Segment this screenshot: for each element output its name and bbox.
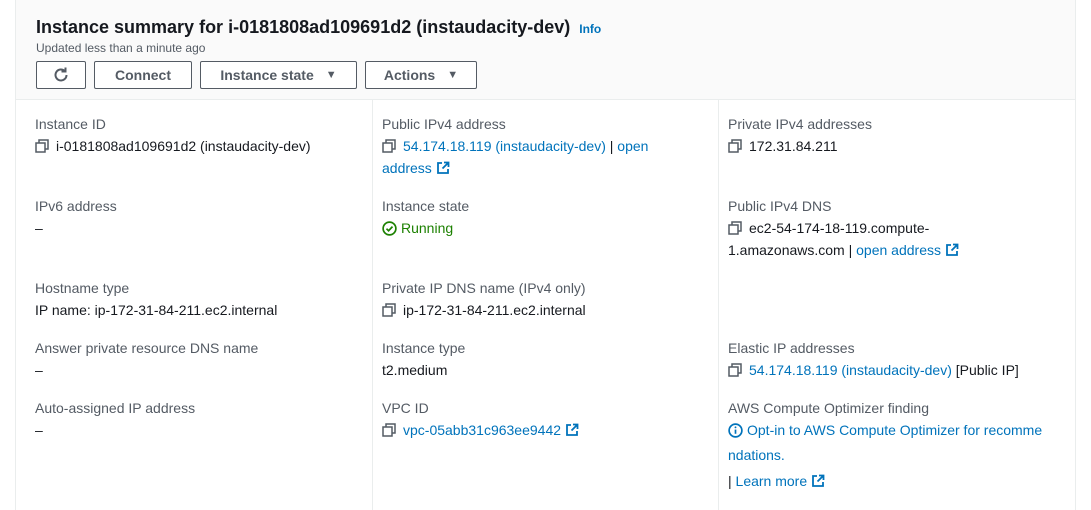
field-private-ipv4: Private IPv4 addresses 172.31.84.211	[728, 114, 872, 157]
field-label: Hostname type	[35, 280, 130, 296]
field-vpc: VPC ID vpc-05abb31c963ee9442	[382, 398, 579, 443]
field-private-dns: Private IP DNS name (IPv4 only) ip-172-3…	[382, 278, 586, 321]
external-link-icon[interactable]	[436, 159, 450, 181]
instance-state-value: Running	[401, 220, 454, 236]
field-label: AWS Compute Optimizer finding	[728, 400, 929, 416]
field-label: Instance ID	[35, 116, 106, 132]
field-instance-state: Instance state Running	[382, 196, 469, 242]
field-value: 54.174.18.119 (instaudacity-dev) [Public…	[728, 359, 1068, 381]
check-circle-icon	[382, 220, 397, 242]
instance-id-value: i-0181808ad109691d2 (instaudacity-dev)	[56, 138, 311, 154]
field-value: 172.31.84.211	[728, 135, 872, 157]
field-value-continued: 1.amazonaws.com | open address	[728, 239, 1068, 263]
field-label: VPC ID	[382, 400, 429, 416]
column-divider	[372, 100, 373, 510]
field-label: Instance type	[382, 340, 466, 356]
opt-in-link[interactable]: ndations.	[728, 447, 785, 463]
caret-down-icon: ▼	[447, 69, 459, 81]
field-value: i-0181808ad109691d2 (instaudacity-dev)	[35, 135, 311, 157]
field-public-ipv4: Public IPv4 address 54.174.18.119 (insta…	[382, 114, 702, 181]
field-label: Private IP DNS name (IPv4 only)	[382, 280, 586, 296]
copy-icon[interactable]	[728, 221, 742, 235]
field-value-continued: ndations.	[728, 444, 1073, 466]
auto-ip-value: –	[35, 422, 43, 438]
open-address-link[interactable]: open address	[856, 242, 941, 258]
title-row: Instance summary for i-0181808ad109691d2…	[36, 17, 601, 38]
refresh-icon	[54, 67, 68, 82]
column-divider	[718, 100, 719, 510]
private-dns-value: ip-172-31-84-211.ec2.internal	[403, 302, 586, 318]
field-public-dns: Public IPv4 DNS ec2-54-174-18-119.comput…	[728, 196, 1068, 263]
public-dns-value: ec2-54-174-18-119.compute-	[749, 220, 930, 236]
field-label: Elastic IP addresses	[728, 340, 855, 356]
copy-icon[interactable]	[382, 139, 396, 153]
open-address-link[interactable]: address	[382, 160, 432, 176]
summary-header: Instance summary for i-0181808ad109691d2…	[15, 0, 1076, 100]
field-value: ip-172-31-84-211.ec2.internal	[382, 299, 586, 321]
public-ipv4-link[interactable]: 54.174.18.119 (instaudacity-dev)	[403, 138, 606, 154]
field-hostname-type: Hostname type IP name: ip-172-31-84-211.…	[35, 278, 277, 321]
field-elastic-ip: Elastic IP addresses 54.174.18.119 (inst…	[728, 338, 1068, 381]
vpc-link[interactable]: vpc-05abb31c963ee9442	[403, 422, 561, 438]
field-label: Private IPv4 addresses	[728, 116, 872, 132]
open-address-link[interactable]: open	[617, 138, 648, 154]
field-label: IPv6 address	[35, 198, 117, 214]
copy-icon[interactable]	[728, 363, 742, 377]
copy-icon[interactable]	[35, 139, 49, 153]
separator: |	[609, 138, 614, 154]
learn-more-row: | Learn more	[728, 470, 1073, 494]
copy-icon[interactable]	[382, 423, 396, 437]
copy-icon[interactable]	[728, 139, 742, 153]
field-label: Answer private resource DNS name	[35, 340, 259, 356]
public-dns-value: 1.amazonaws.com	[728, 242, 845, 258]
info-link[interactable]: Info	[579, 22, 601, 36]
field-answer-dns: Answer private resource DNS name –	[35, 338, 258, 381]
hostname-type-value: IP name: ip-172-31-84-211.ec2.internal	[35, 302, 278, 318]
learn-more-link[interactable]: Learn more	[736, 473, 808, 489]
field-value-continued: address	[382, 157, 702, 181]
field-auto-ip: Auto-assigned IP address –	[35, 398, 195, 441]
connect-label: Connect	[115, 67, 171, 83]
field-instance-type: Instance type t2.medium	[382, 338, 465, 381]
separator: |	[728, 473, 732, 489]
answer-dns-value: –	[35, 362, 43, 378]
field-value: Opt-in to AWS Compute Optimizer for reco…	[728, 419, 1073, 444]
actions-label: Actions	[383, 67, 436, 83]
separator: |	[848, 242, 853, 258]
elastic-ip-suffix: [Public IP]	[955, 362, 1019, 378]
instance-state-label: Instance state	[220, 67, 314, 83]
opt-in-link[interactable]: Opt-in to AWS Compute Optimizer for reco…	[747, 422, 1042, 438]
field-value: vpc-05abb31c963ee9442	[382, 419, 579, 443]
caret-down-icon: ▼	[325, 69, 337, 81]
instance-type-value: t2.medium	[382, 362, 448, 378]
private-ipv4-value: 172.31.84.211	[749, 138, 838, 154]
copy-icon[interactable]	[382, 303, 396, 317]
external-link-icon[interactable]	[565, 421, 579, 443]
field-value: ec2-54-174-18-119.compute-	[728, 217, 1068, 239]
elastic-ip-link[interactable]: 54.174.18.119 (instaudacity-dev)	[749, 362, 952, 378]
info-circle-icon	[728, 422, 743, 444]
field-label: Instance state	[382, 198, 470, 214]
actions-button[interactable]: Actions ▼	[365, 61, 477, 89]
updated-text: Updated less than a minute ago	[36, 41, 206, 55]
field-value: Running	[382, 217, 469, 242]
external-link-icon[interactable]	[945, 241, 959, 263]
field-instance-id: Instance ID i-0181808ad109691d2 (instaud…	[35, 114, 311, 157]
ipv6-value: –	[35, 220, 43, 236]
field-compute-optimizer: AWS Compute Optimizer finding Opt-in to …	[728, 398, 1073, 494]
connect-button[interactable]: Connect	[94, 61, 192, 89]
field-label: Public IPv4 DNS	[728, 198, 832, 214]
page-title: Instance summary for i-0181808ad109691d2…	[36, 17, 571, 37]
field-label: Public IPv4 address	[382, 116, 506, 132]
refresh-button[interactable]	[36, 61, 86, 89]
field-ipv6: IPv6 address –	[35, 196, 117, 239]
field-label: Auto-assigned IP address	[35, 400, 196, 416]
field-value: 54.174.18.119 (instaudacity-dev) | open	[382, 135, 702, 157]
instance-state-button[interactable]: Instance state ▼	[200, 61, 357, 89]
external-link-icon[interactable]	[811, 472, 825, 494]
